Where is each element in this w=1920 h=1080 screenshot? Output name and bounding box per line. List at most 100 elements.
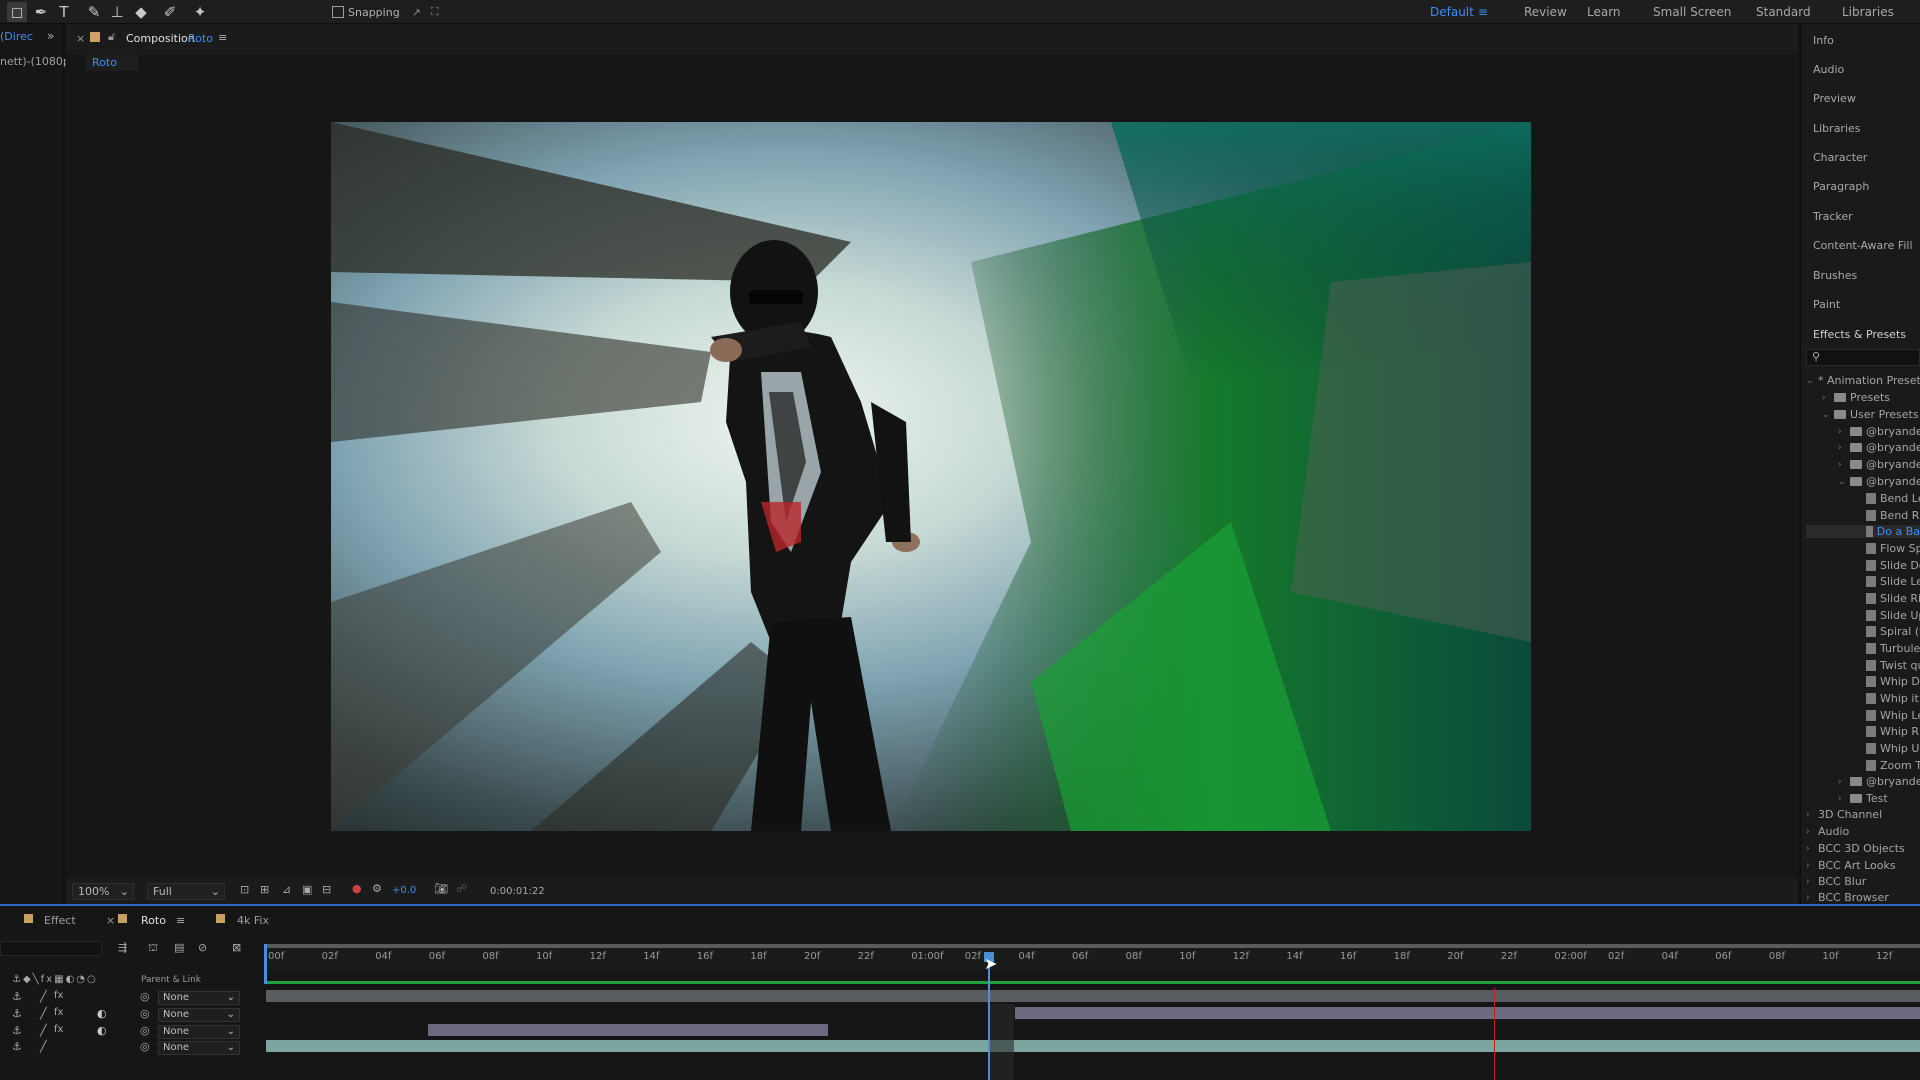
- layer-row[interactable]: ⚓ ╱ ◎ None ⌄: [0, 1040, 264, 1056]
- tree-user-presets-folder[interactable]: ⌄ User Presets: [1822, 408, 1919, 421]
- panel-character[interactable]: Character: [1813, 151, 1867, 164]
- frame-blending-icon[interactable]: ⊘: [198, 941, 207, 954]
- type-tool-icon[interactable]: T: [54, 2, 74, 22]
- shy-layers-icon[interactable]: ▤: [174, 941, 184, 954]
- work-area-bar[interactable]: [264, 944, 1920, 948]
- roto-brush-tool-icon[interactable]: ✐: [160, 2, 180, 22]
- tree-folder[interactable]: › Test: [1838, 792, 1888, 805]
- adjustment-layer-icon[interactable]: ◐: [97, 1024, 107, 1037]
- tree-category[interactable]: › Audio: [1806, 825, 1849, 838]
- panel-expand-icon[interactable]: »: [47, 29, 54, 43]
- resolution-dropdown[interactable]: Full ⌄: [147, 883, 225, 900]
- panel-audio[interactable]: Audio: [1813, 63, 1844, 76]
- preset-item[interactable]: Whip it: [1866, 692, 1919, 705]
- timeline-tab-roto[interactable]: Roto: [141, 914, 166, 927]
- panel-brushes[interactable]: Brushes: [1813, 269, 1857, 282]
- tree-folder[interactable]: ›@bryandeli: [1838, 441, 1920, 454]
- transparency-grid-icon[interactable]: ⊞: [260, 883, 269, 896]
- guides-icon[interactable]: ▣: [302, 883, 312, 896]
- workspace-libraries[interactable]: Libraries: [1842, 5, 1894, 19]
- effects-search-input[interactable]: ⚲: [1806, 349, 1920, 366]
- preset-item[interactable]: Slide Le: [1866, 575, 1920, 588]
- preset-item[interactable]: Spiral (t: [1866, 625, 1920, 638]
- collapse-icon[interactable]: ╱: [40, 1007, 47, 1020]
- preset-item[interactable]: Slide Do: [1866, 559, 1920, 572]
- work-area-start[interactable]: [264, 944, 267, 984]
- grid-icon[interactable]: ⊟: [322, 883, 331, 896]
- puppet-pin-tool-icon[interactable]: ✦: [190, 2, 210, 22]
- visibility-icon[interactable]: ⚓: [12, 1040, 22, 1053]
- pickwhip-icon[interactable]: ◎: [140, 1007, 150, 1020]
- panel-info[interactable]: Info: [1813, 34, 1834, 47]
- composition-flowchart-icon[interactable]: ⇶: [118, 941, 127, 954]
- pickwhip-icon[interactable]: ◎: [140, 1040, 150, 1053]
- tree-animation-presets[interactable]: ⌄ * Animation Presets: [1806, 374, 1920, 387]
- preset-item[interactable]: Bend Ri: [1866, 509, 1920, 522]
- layer-bar[interactable]: [266, 1040, 1920, 1052]
- layer-bar[interactable]: [266, 990, 1920, 1002]
- workspace-standard[interactable]: Standard: [1756, 5, 1811, 19]
- region-of-interest-icon[interactable]: ⊡: [240, 883, 249, 896]
- panel-menu-icon[interactable]: ≡: [176, 914, 185, 927]
- preset-item[interactable]: Slide Up: [1866, 609, 1920, 622]
- layer-bar[interactable]: [428, 1024, 828, 1036]
- preset-item[interactable]: Whip Ri: [1866, 725, 1920, 738]
- tree-category[interactable]: › BCC Blur: [1806, 875, 1866, 888]
- eraser-tool-icon[interactable]: ◆: [131, 2, 151, 22]
- tree-folder[interactable]: ›@bryandeli: [1838, 775, 1920, 788]
- pen-tool-icon[interactable]: ✒: [31, 2, 51, 22]
- lock-icon[interactable]: 🔓︎: [108, 30, 115, 44]
- panel-content-aware-fill[interactable]: Content-Aware Fill: [1813, 239, 1913, 252]
- parent-dropdown[interactable]: None ⌄: [158, 1041, 240, 1055]
- snap-edges-icon[interactable]: ↗: [412, 6, 421, 19]
- tree-category[interactable]: › BCC 3D Objects: [1806, 842, 1905, 855]
- preset-item[interactable]: Whip Do: [1866, 675, 1920, 688]
- project-tab[interactable]: (Direc: [0, 30, 33, 43]
- preset-item[interactable]: Flow Sp: [1866, 542, 1920, 555]
- magnification-dropdown[interactable]: 100% ⌄: [72, 883, 134, 900]
- close-tab-icon[interactable]: ×: [76, 32, 85, 45]
- snapping-checkbox[interactable]: [332, 6, 344, 18]
- comp-breadcrumb[interactable]: Roto: [86, 54, 138, 71]
- layer-row[interactable]: ⚓ ╱ fx ◐ ◎ None ⌄: [0, 1007, 264, 1023]
- mask-visibility-icon[interactable]: ⊿: [282, 883, 291, 896]
- tree-category[interactable]: › BCC Browser: [1806, 891, 1889, 904]
- layer-bar[interactable]: [1015, 1007, 1920, 1019]
- composition-viewer[interactable]: [331, 122, 1531, 831]
- brush-tool-icon[interactable]: ✎: [84, 2, 104, 22]
- preset-item[interactable]: Bend Le: [1866, 492, 1920, 505]
- tree-category[interactable]: › 3D Channel: [1806, 808, 1882, 821]
- effects-switch-icon[interactable]: fx: [54, 990, 63, 1001]
- visibility-icon[interactable]: ⚓: [12, 1024, 22, 1037]
- collapse-icon[interactable]: ╱: [40, 990, 47, 1003]
- collapse-icon[interactable]: ╱: [40, 1024, 47, 1037]
- snapshot-camera-icon[interactable]: 📷︎: [434, 882, 448, 895]
- project-item[interactable]: nett)-(1080p: [0, 55, 70, 68]
- panel-tracker[interactable]: Tracker: [1813, 210, 1853, 223]
- parent-dropdown[interactable]: None ⌄: [158, 1008, 240, 1022]
- workspace-small-screen[interactable]: Small Screen: [1653, 5, 1731, 19]
- panel-effects-presets[interactable]: Effects & Presets: [1813, 328, 1906, 341]
- preset-item[interactable]: Whip Le: [1866, 709, 1920, 722]
- timeline-search-input[interactable]: [0, 941, 102, 956]
- snapping-toggle[interactable]: Snapping ↗ ⛶: [332, 4, 439, 20]
- pickwhip-icon[interactable]: ◎: [140, 990, 150, 1003]
- snap-features-icon[interactable]: ⛶: [431, 5, 439, 19]
- tree-folder[interactable]: ›@bryandeli: [1838, 458, 1920, 471]
- tree-presets-folder[interactable]: › Presets: [1822, 391, 1890, 404]
- preset-item-selected[interactable]: Do a Ba: [1806, 525, 1920, 538]
- tree-folder-open[interactable]: ⌄@bryandeli: [1838, 475, 1920, 488]
- channel-icon[interactable]: ●: [352, 882, 362, 895]
- effects-switch-icon[interactable]: fx: [54, 1007, 63, 1018]
- visibility-icon[interactable]: ⚓: [12, 990, 22, 1003]
- panel-paint[interactable]: Paint: [1813, 298, 1840, 311]
- preset-item[interactable]: Zoom T: [1866, 759, 1920, 772]
- adjustment-layer-icon[interactable]: ◐: [97, 1007, 107, 1020]
- preset-item[interactable]: Turbule: [1866, 642, 1920, 655]
- workspace-learn[interactable]: Learn: [1587, 5, 1621, 19]
- preset-item[interactable]: Slide Ri: [1866, 592, 1920, 605]
- layer-row[interactable]: ⚓ ╱ fx ◎ None ⌄: [0, 990, 264, 1006]
- draft-3d-icon[interactable]: ⛫: [148, 941, 158, 956]
- timeline-tab-4k-fix[interactable]: 4k Fix: [237, 914, 269, 927]
- clone-stamp-tool-icon[interactable]: ⊥: [107, 2, 127, 22]
